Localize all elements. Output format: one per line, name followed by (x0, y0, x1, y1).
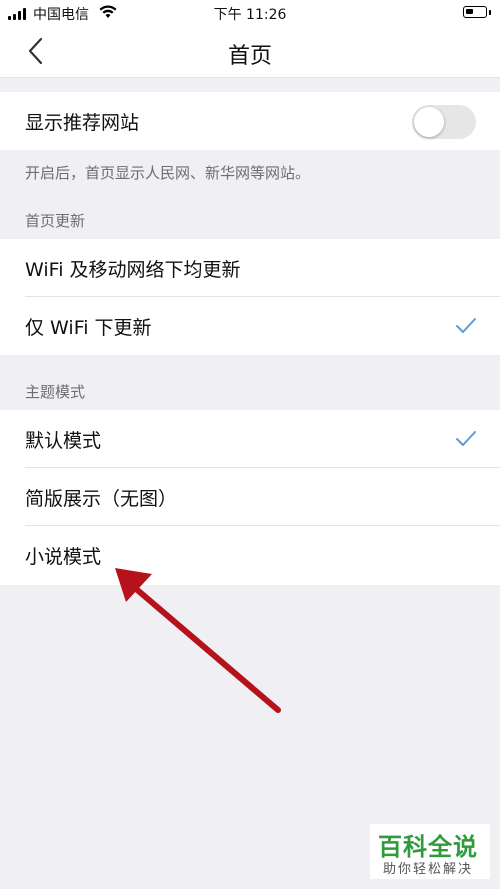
recommend-toggle[interactable] (412, 105, 476, 139)
update-section-header: 首页更新 (25, 212, 86, 230)
checkmark-icon (456, 318, 476, 333)
update-group: WiFi 及移动网络下均更新 仅 WiFi 下更新 (0, 239, 500, 355)
option-label: 小说模式 (25, 546, 102, 568)
status-bar: 中国电信 下午 11:26 (0, 0, 500, 26)
theme-option-simple[interactable]: 简版展示（无图） (0, 468, 500, 526)
checkmark-icon (456, 431, 476, 446)
toggle-knob (414, 107, 444, 137)
battery-icon (463, 6, 487, 18)
navigation-bar: 首页 (0, 26, 500, 78)
theme-option-novel[interactable]: 小说模式 (0, 526, 500, 584)
update-option-wifi-and-mobile[interactable]: WiFi 及移动网络下均更新 (0, 239, 500, 297)
page-title: 首页 (227, 44, 272, 69)
option-label: 简版展示（无图） (25, 488, 178, 510)
recommend-group: 显示推荐网站 (0, 92, 500, 150)
watermark-logo: 百科全说 助你轻松解决 (370, 824, 490, 879)
option-label: WiFi 及移动网络下均更新 (25, 259, 241, 281)
watermark-title: 百科全说 (378, 833, 478, 861)
battery-cap (489, 9, 491, 15)
status-time: 下午 11:26 (213, 7, 287, 23)
theme-section-header: 主题模式 (25, 383, 86, 401)
watermark-subtitle: 助你轻松解决 (383, 862, 474, 877)
recommend-row: 显示推荐网站 (0, 92, 500, 150)
option-label: 默认模式 (25, 430, 102, 452)
update-option-wifi-only[interactable]: 仅 WiFi 下更新 (0, 297, 500, 355)
theme-group: 默认模式 简版展示（无图） 小说模式 (0, 410, 500, 585)
recommend-label: 显示推荐网站 (25, 112, 140, 134)
option-label: 仅 WiFi 下更新 (25, 317, 152, 339)
theme-option-default[interactable]: 默认模式 (0, 410, 500, 468)
recommend-note: 开启后，首页显示人民网、新华网等网站。 (25, 164, 311, 182)
